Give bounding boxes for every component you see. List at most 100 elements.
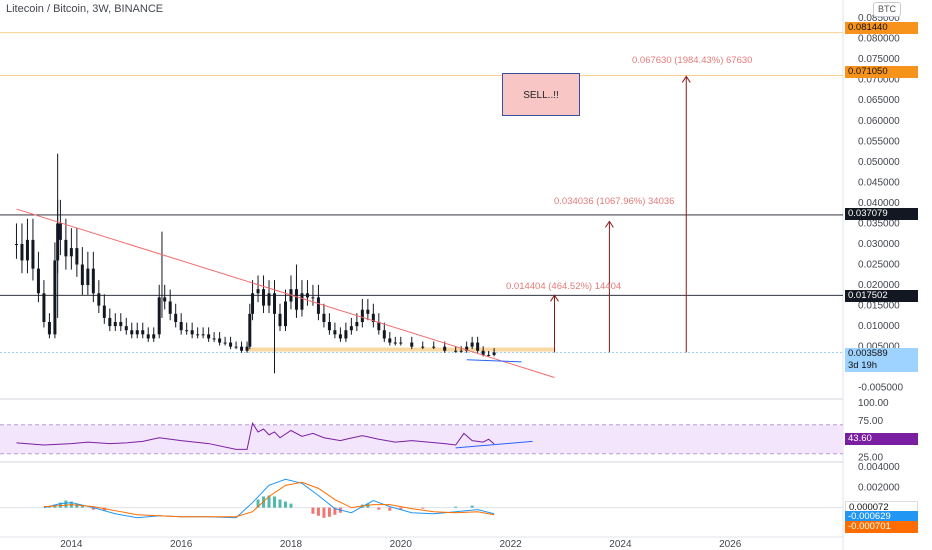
candle-body — [212, 338, 216, 340]
candle-body — [163, 297, 167, 302]
candle-body — [262, 289, 266, 306]
candle-body — [476, 342, 480, 351]
support-zone — [247, 347, 555, 352]
macd-hist-bar — [64, 500, 68, 508]
candle-body — [432, 346, 436, 348]
candle-body — [69, 248, 73, 257]
macd-hist-bar — [327, 507, 331, 517]
macd-hist-bar — [377, 507, 381, 510]
candle-body — [25, 239, 29, 261]
time-tick-label: 2018 — [280, 539, 303, 550]
support-trendline — [466, 359, 522, 363]
chart-title: Litecoin / Bitcoin, 3W, BINANCE — [6, 3, 164, 15]
price-tick-label: 0.050000 — [858, 157, 900, 168]
candle-body — [256, 289, 260, 294]
candle-body — [316, 297, 320, 314]
candle-body — [190, 330, 194, 335]
price-tick-label: 0.025000 — [858, 260, 900, 271]
macd-hist-bar — [283, 501, 287, 508]
candle-body — [185, 330, 189, 332]
rsi-band — [0, 424, 843, 454]
sell-label: SELL..!! — [523, 90, 559, 101]
macd-hist-bar — [421, 507, 425, 509]
candle-body — [108, 317, 112, 327]
candle-body — [248, 313, 252, 347]
candle-body — [119, 322, 123, 327]
candle-body — [218, 338, 222, 343]
candle-body — [273, 293, 277, 314]
currency-button[interactable]: BTC — [873, 2, 901, 17]
price-tick-label: -0.005000 — [858, 383, 903, 394]
price-tick-label: 0.030000 — [858, 239, 900, 250]
candle-body — [481, 350, 485, 355]
candle-body — [327, 322, 331, 331]
candle-body — [338, 334, 342, 339]
candle-body — [207, 334, 211, 339]
candle-body — [47, 322, 51, 335]
candle-body — [124, 326, 128, 331]
time-tick-label: 2020 — [390, 539, 413, 550]
candle-body — [388, 338, 392, 343]
candle-body — [135, 330, 139, 335]
candle-body — [311, 297, 315, 299]
candle-body — [393, 342, 397, 344]
macd-hist-bar — [388, 507, 392, 511]
candle-body — [421, 346, 425, 348]
level-tag-037079: 0.037079 — [845, 208, 918, 220]
candle-body — [86, 268, 90, 286]
level-tag-081440: 0.081440 — [845, 22, 918, 34]
candle-body — [141, 330, 145, 335]
signal-line-tag: -0.000701 — [845, 521, 918, 533]
rsi-tick-label: 75.00 — [858, 416, 883, 427]
candle-body — [223, 342, 227, 344]
rsi-tick-label: 100.00 — [858, 398, 889, 409]
candle-body — [102, 305, 106, 318]
macd-hist-bar — [311, 507, 315, 514]
candle-body — [157, 297, 161, 335]
candle-body — [146, 334, 150, 339]
candle-body — [31, 239, 35, 269]
level-tag-071050: 0.071050 — [845, 66, 918, 78]
candle-body — [113, 322, 117, 327]
candle-body — [14, 243, 18, 245]
chart-canvas[interactable]: 0.0850000.0800000.0750000.0700000.065000… — [0, 0, 932, 550]
candle-body — [344, 330, 348, 339]
candle-body — [91, 268, 95, 294]
candle-body — [245, 346, 249, 351]
candle-body — [168, 301, 172, 314]
rsi-value-tag: 43.60 — [845, 433, 918, 445]
macd-hist-bar — [289, 503, 293, 508]
macd-hist-bar — [454, 506, 458, 508]
macd-hist-bar — [316, 507, 320, 516]
candle-body — [64, 239, 68, 257]
candle-body — [80, 264, 84, 286]
candle-body — [283, 301, 287, 327]
candle-body — [410, 342, 414, 347]
candle-body — [201, 334, 205, 336]
candle-body — [322, 313, 326, 323]
candle-body — [20, 243, 24, 261]
macd-hist-bar — [470, 505, 474, 508]
price-tick-label: 0.060000 — [858, 116, 900, 127]
macd-tick-label: 0.002000 — [858, 482, 900, 493]
price-tick-label: 0.075000 — [858, 54, 900, 65]
candle-body — [454, 350, 458, 352]
macd-tick-label: 0.004000 — [858, 462, 900, 473]
price-tick-label: 0.010000 — [858, 321, 900, 332]
candle-body — [459, 350, 463, 352]
last-price-tag: 0.003589 — [845, 348, 918, 360]
candle-body — [360, 309, 364, 323]
bar-countdown: 3d 19h — [845, 360, 918, 372]
time-tick-label: 2016 — [170, 539, 193, 550]
candle-body — [399, 342, 403, 344]
candle-body — [492, 352, 496, 355]
candle-body — [152, 334, 156, 339]
candle-body — [278, 313, 282, 327]
time-tick-label: 2014 — [60, 539, 83, 550]
candle-body — [75, 248, 79, 265]
sell-annotation: SELL..!! — [502, 73, 580, 116]
candle-body — [443, 346, 447, 351]
candle-body — [382, 330, 386, 339]
candle-body — [229, 342, 233, 347]
candle-body — [234, 346, 238, 348]
